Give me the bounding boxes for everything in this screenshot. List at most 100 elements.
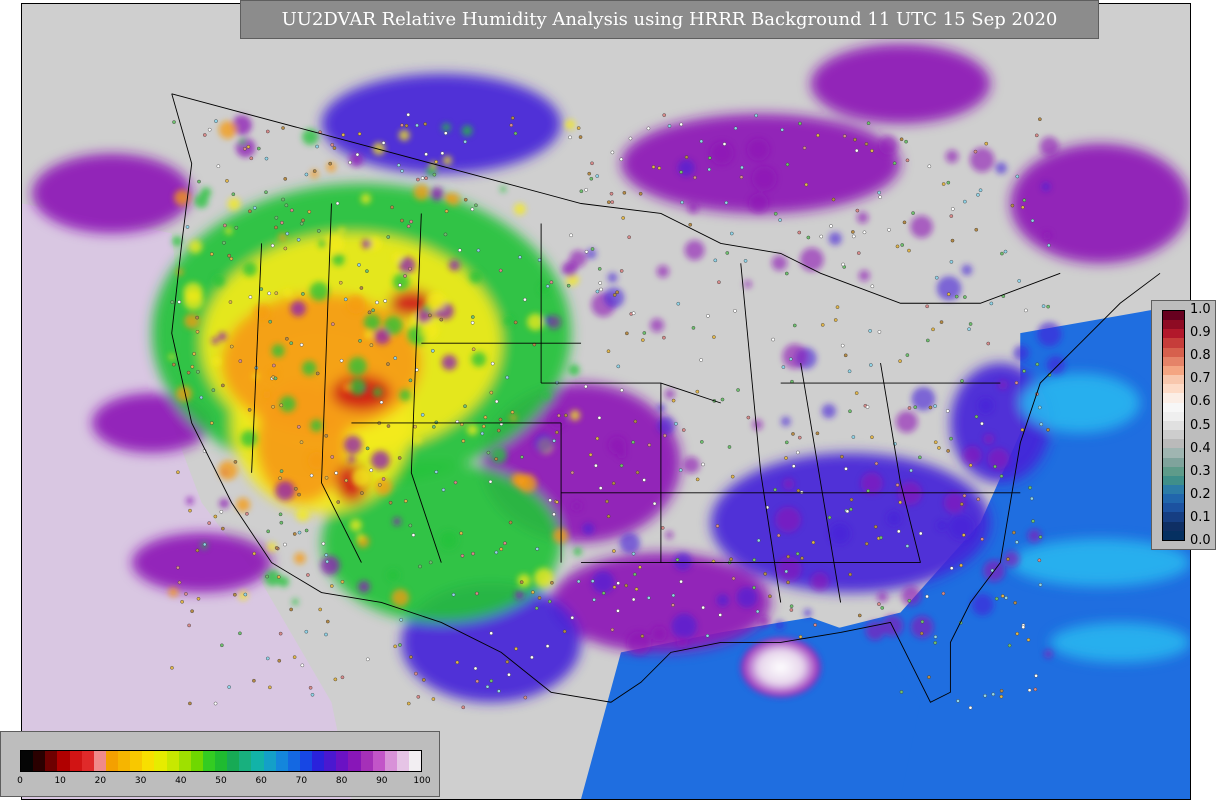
- station-marker: [231, 192, 236, 197]
- station-marker: [746, 415, 751, 420]
- station-marker: [274, 546, 279, 550]
- humidity-pocket: [626, 631, 652, 656]
- humidity-pocket: [443, 193, 453, 202]
- station-marker: [679, 170, 683, 174]
- station-marker: [530, 655, 534, 660]
- station-marker: [1038, 583, 1043, 587]
- station-marker: [248, 295, 253, 299]
- station-marker: [789, 608, 794, 612]
- station-marker: [918, 455, 922, 460]
- station-marker: [192, 352, 196, 356]
- station-marker: [432, 172, 437, 177]
- station-marker: [868, 329, 872, 333]
- station-marker: [253, 206, 257, 210]
- humidity-blob: [31, 153, 192, 234]
- station-marker: [552, 512, 556, 517]
- humidity-pocket: [351, 468, 371, 487]
- station-marker: [196, 369, 200, 374]
- humidity-pocket: [346, 295, 366, 314]
- humidity-pocket: [748, 193, 769, 214]
- station-marker: [265, 574, 269, 579]
- station-marker: [265, 656, 270, 661]
- station-marker: [498, 268, 503, 273]
- station-marker: [304, 528, 309, 533]
- station-marker: [616, 581, 620, 585]
- station-marker: [902, 220, 907, 225]
- station-marker: [740, 165, 744, 170]
- station-marker: [489, 679, 494, 683]
- humidity-pocket: [782, 478, 795, 490]
- station-marker: [919, 631, 924, 636]
- station-marker: [443, 131, 448, 135]
- station-marker: [566, 283, 571, 288]
- humidity-pocket: [664, 389, 675, 400]
- station-marker: [853, 137, 857, 142]
- map-title: UU2DVAR Relative Humidity Analysis using…: [240, 0, 1099, 39]
- humidity-pocket: [283, 288, 292, 297]
- humidity-pocket: [969, 147, 995, 173]
- station-marker: [304, 172, 309, 177]
- station-marker: [249, 156, 254, 161]
- humidity-pocket: [338, 227, 345, 234]
- station-marker: [299, 221, 304, 226]
- station-marker: [199, 395, 204, 400]
- station-marker: [229, 256, 234, 261]
- rh-colorbar-tick: 80: [335, 776, 348, 786]
- station-marker: [699, 139, 704, 144]
- station-marker: [895, 483, 900, 487]
- increment-colorbar-tick: 0.5: [1190, 417, 1211, 433]
- station-marker: [983, 693, 987, 698]
- station-marker: [562, 629, 567, 634]
- station-marker: [485, 684, 490, 689]
- humidity-pocket: [372, 387, 383, 397]
- station-marker: [1015, 174, 1020, 179]
- humidity-pocket: [671, 613, 697, 639]
- humidity-pocket: [387, 569, 399, 581]
- increment-colorbar-tick: 1.0: [1190, 302, 1211, 317]
- station-marker: [396, 163, 401, 167]
- humidity-pocket: [752, 419, 763, 430]
- station-marker: [547, 599, 552, 604]
- station-marker: [207, 127, 212, 132]
- station-marker: [211, 388, 216, 392]
- station-marker: [381, 477, 386, 481]
- humidity-pocket: [743, 280, 752, 289]
- station-marker: [999, 694, 1004, 699]
- station-marker: [496, 428, 501, 433]
- humidity-pocket: [343, 435, 363, 454]
- station-marker: [980, 421, 984, 426]
- station-marker: [428, 560, 433, 565]
- station-marker: [1047, 243, 1051, 248]
- station-marker: [214, 119, 218, 123]
- humidity-pocket: [271, 344, 285, 358]
- humidity-pocket: [829, 523, 851, 545]
- humidity-pocket: [392, 273, 410, 291]
- station-marker: [386, 424, 391, 428]
- station-marker: [706, 314, 710, 318]
- humidity-pocket: [1013, 345, 1029, 361]
- rh-colorbar-tick: 0: [17, 776, 23, 786]
- station-marker: [334, 471, 338, 475]
- station-marker: [499, 547, 503, 551]
- station-marker: [227, 253, 231, 258]
- station-marker: [411, 533, 416, 537]
- humidity-blob: [1010, 143, 1190, 264]
- station-marker: [778, 218, 782, 222]
- station-marker: [905, 353, 910, 357]
- station-marker: [537, 596, 542, 600]
- rh-colorbar-swatch: [130, 751, 143, 771]
- station-marker: [233, 460, 238, 464]
- station-marker: [752, 585, 756, 590]
- rh-analysis-map[interactable]: [21, 3, 1191, 800]
- station-marker: [324, 434, 329, 438]
- humidity-pocket: [290, 300, 306, 317]
- increment-colorbar-swatch: [1163, 338, 1184, 348]
- humidity-pocket: [348, 357, 367, 376]
- station-marker: [579, 189, 584, 194]
- station-marker: [594, 463, 598, 468]
- station-marker: [289, 341, 294, 345]
- station-marker: [887, 228, 891, 232]
- station-marker: [926, 338, 930, 343]
- station-marker: [228, 300, 233, 304]
- station-marker: [855, 208, 860, 213]
